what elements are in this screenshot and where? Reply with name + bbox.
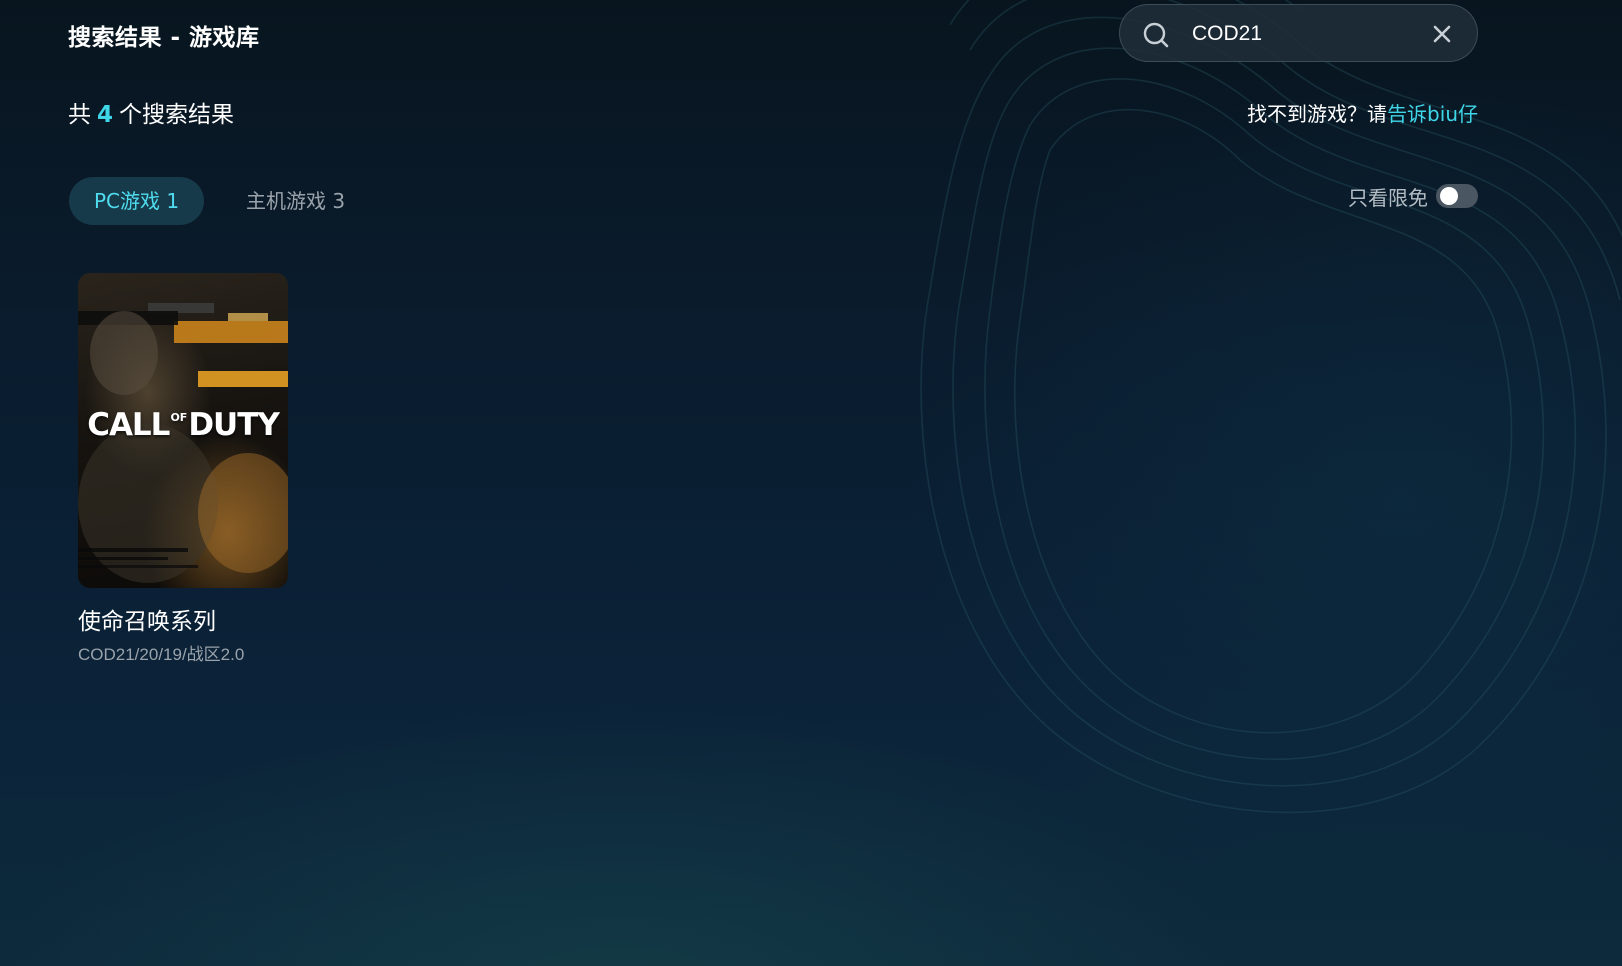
game-title[interactable]: 使命召唤系列	[78, 602, 288, 636]
game-subtitle: COD21/20/19/战区2.0	[78, 645, 245, 664]
close-icon[interactable]	[1432, 24, 1452, 44]
feedback-text: 找不到游戏？请	[1247, 102, 1388, 126]
feedback-prompt: 找不到游戏？请告诉biu仔	[1247, 98, 1478, 127]
result-count: 共 4 个搜索结果	[68, 95, 234, 129]
free-only-label: 只看限免	[1348, 185, 1428, 210]
tab-pc-games[interactable]: PC游戏 1	[69, 177, 204, 225]
game-card[interactable]: CALLOFDUTY 使命召唤系列 COD21/20/19/战区2.0	[78, 273, 288, 665]
cover-logo-duty: DUTY	[188, 407, 279, 443]
page-title: 搜索结果 - 游戏库	[68, 25, 260, 51]
cover-logo-of: OF	[170, 411, 188, 424]
free-only-filter: 只看限免	[1348, 181, 1478, 211]
search-box[interactable]	[1119, 4, 1478, 62]
result-count-number: 4	[97, 102, 114, 128]
result-count-suffix: 个搜索结果	[119, 102, 235, 128]
result-count-prefix: 共	[68, 102, 91, 128]
cover-logo-text: CALLOFDUTY	[78, 407, 288, 443]
cover-logo-call: CALL	[87, 407, 170, 443]
game-cover-image[interactable]: CALLOFDUTY	[78, 273, 288, 588]
free-only-toggle[interactable]	[1436, 184, 1478, 208]
tab-console-games[interactable]: 主机游戏 3	[236, 177, 355, 225]
search-input[interactable]	[1192, 17, 1412, 51]
toggle-knob	[1440, 187, 1458, 205]
feedback-link[interactable]: 告诉biu仔	[1387, 102, 1478, 126]
search-icon	[1143, 22, 1169, 48]
